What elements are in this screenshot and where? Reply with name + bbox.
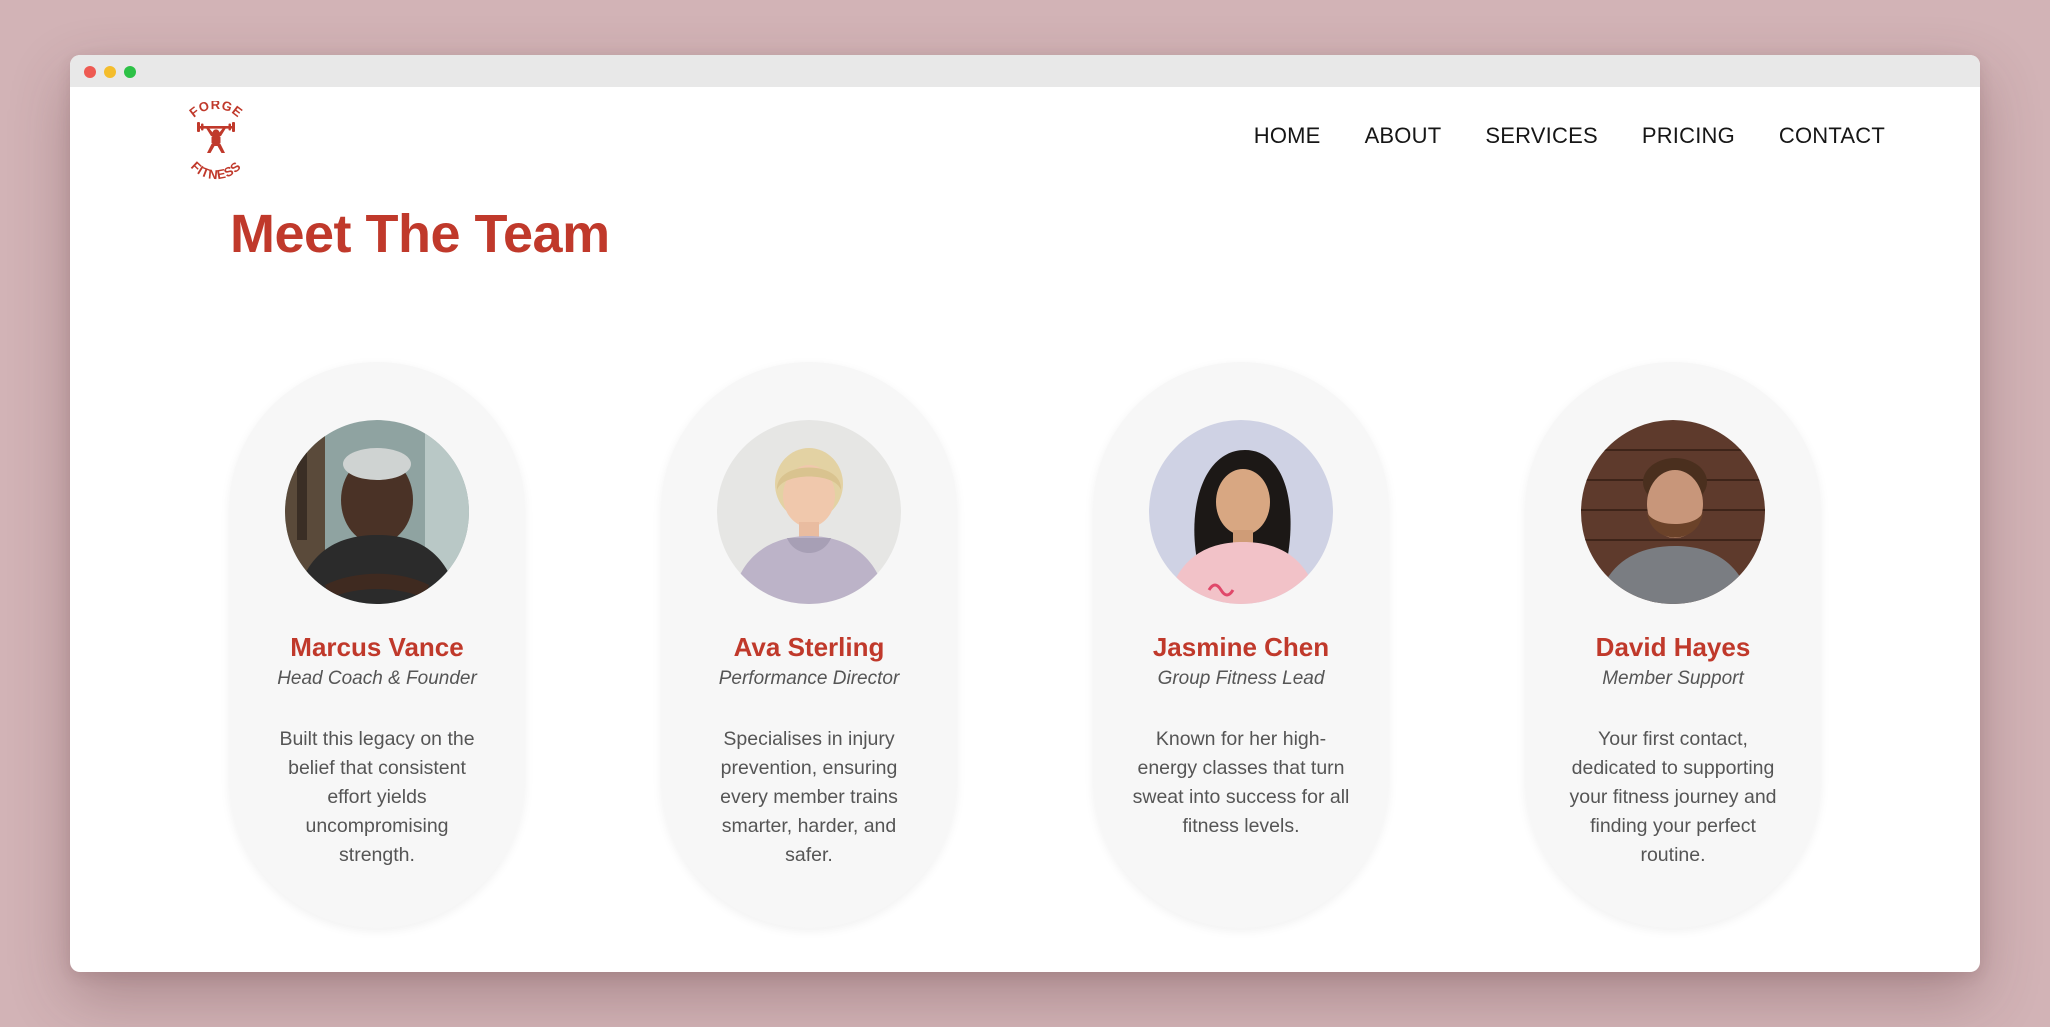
logo-top-text: FORGE [186,101,245,120]
team-member-bio: Built this legacy on the belief that con… [279,728,475,866]
svg-text:FITNESS: FITNESS [188,158,244,181]
team-member-name: David Hayes [1595,632,1751,662]
team-cards: Marcus Vance Head Coach & Founder Built … [229,362,1821,972]
team-card-jasmine-chen: Jasmine Chen Group Fitness Lead Known fo… [1093,362,1389,928]
team-member-name: Marcus Vance [290,632,464,662]
team-member-photo [717,420,901,604]
close-window-button[interactable] [84,66,96,78]
team-member-role: Member Support [1602,668,1744,689]
team-member-role: Performance Director [718,668,900,689]
main-navigation: HOME ABOUT SERVICES PRICING CONTACT [1210,123,1885,149]
nav-services-link[interactable]: SERVICES [1485,123,1597,149]
team-member-name: Ava Sterling [733,632,885,662]
nav-pricing-link[interactable]: PRICING [1642,123,1735,149]
team-member-photo [1581,420,1765,604]
weightlifter-icon [197,122,235,153]
team-member-photo [285,420,469,604]
minimize-window-button[interactable] [104,66,116,78]
svg-text:FORGE: FORGE [186,101,245,120]
team-member-role: Head Coach & Founder [277,668,477,689]
window-titlebar [70,55,1980,87]
nav-about-link[interactable]: ABOUT [1365,123,1442,149]
team-member-bio: Your first contact, dedicated to support… [1569,728,1777,866]
nav-home-link[interactable]: HOME [1254,123,1321,149]
logo-bottom-text: FITNESS [188,158,243,181]
forge-fitness-logo[interactable]: FORGE FITNESS [176,101,256,181]
team-card-marcus-vance: Marcus Vance Head Coach & Founder Built … [229,362,525,928]
page-title: Meet The Team [230,204,610,264]
team-member-role: Group Fitness Lead [1157,668,1325,689]
maximize-window-button[interactable] [124,66,136,78]
team-card-david-hayes: David Hayes Member Support Your first co… [1525,362,1821,928]
browser-window: FORGE FITNESS HOME ABOUT SERVICES PRICIN… [70,55,1980,972]
nav-contact-link[interactable]: CONTACT [1779,123,1885,149]
team-card-ava-sterling: Ava Sterling Performance Director Specia… [661,362,957,928]
team-member-bio: Specialises in injury prevention, ensuri… [720,728,898,866]
team-member-photo [1149,420,1333,604]
team-member-bio: Known for her high-energy classes that t… [1132,728,1350,837]
team-member-name: Jasmine Chen [1152,632,1330,662]
